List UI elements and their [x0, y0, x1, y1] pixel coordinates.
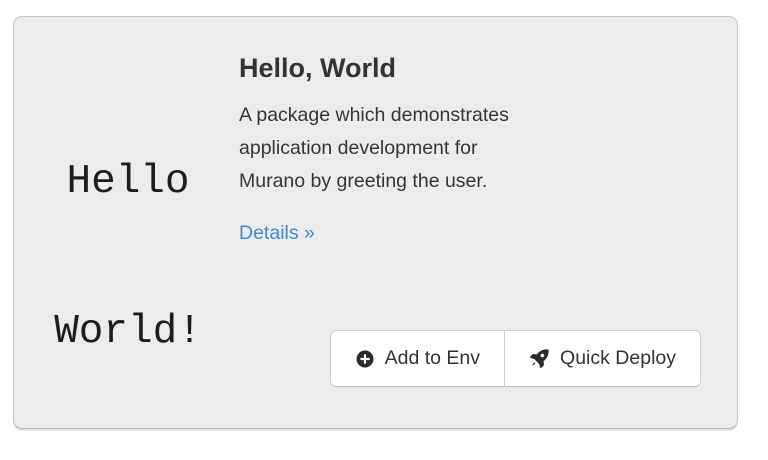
page: Hello World! Hello, World A package whic…	[0, 0, 768, 460]
logo-line-1: Hello	[14, 157, 242, 207]
quick-deploy-label: Quick Deploy	[560, 347, 676, 370]
add-to-env-button[interactable]: Add to Env	[330, 330, 505, 387]
details-link[interactable]: Details »	[239, 222, 315, 245]
logo-line-2: World!	[14, 307, 242, 357]
package-logo: Hello World!	[14, 57, 242, 457]
quick-deploy-button[interactable]: Quick Deploy	[504, 330, 701, 387]
package-card: Hello World! Hello, World A package whic…	[13, 16, 738, 429]
card-actions: Add to Env Quick Deploy	[330, 330, 701, 387]
package-description: A package which demonstrates application…	[239, 99, 535, 198]
plus-circle-icon	[355, 349, 375, 369]
rocket-icon	[529, 348, 550, 369]
add-to-env-label: Add to Env	[385, 347, 480, 370]
package-title: Hello, World	[239, 53, 569, 84]
package-info: Hello, World A package which demonstrate…	[239, 53, 569, 245]
